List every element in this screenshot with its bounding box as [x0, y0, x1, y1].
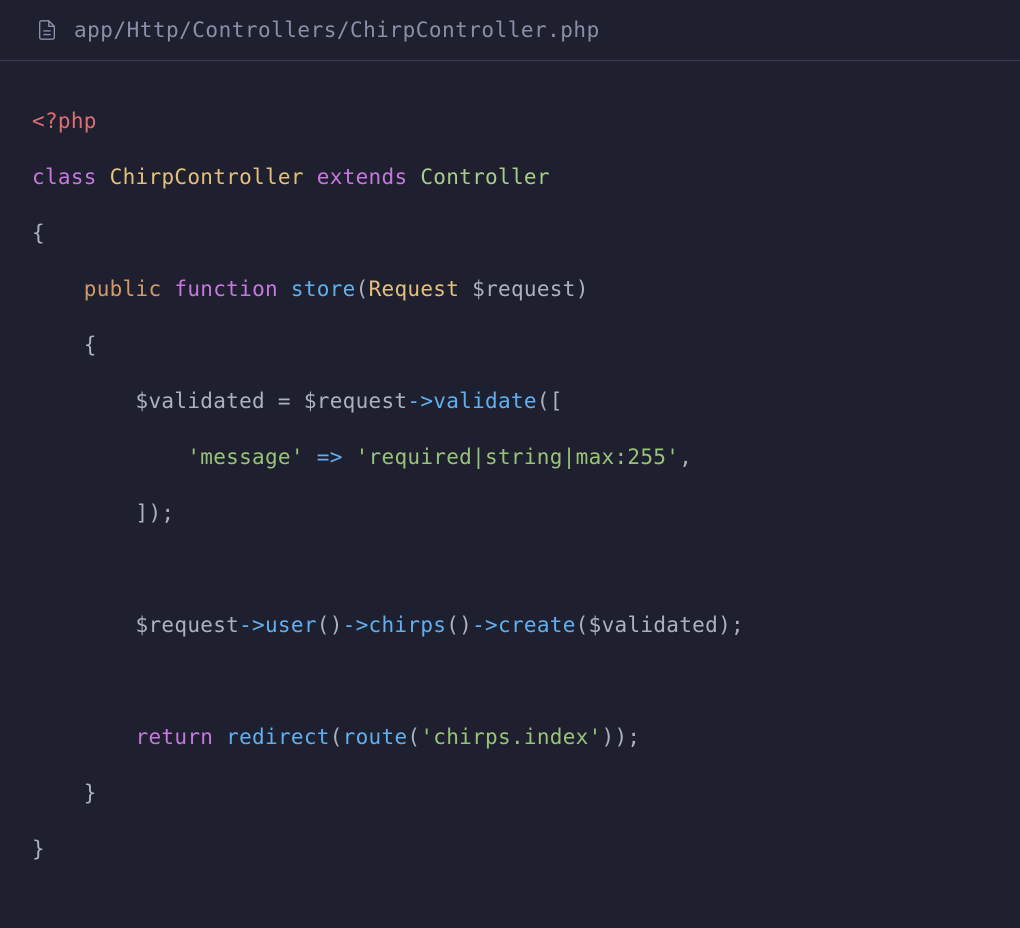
code-line-7: 'message' => 'required|string|max:255',: [32, 429, 988, 485]
method-call: user: [265, 613, 317, 637]
variable: $request: [304, 389, 408, 413]
brace-open: {: [84, 333, 97, 357]
function-keyword: function: [174, 277, 278, 301]
parent-class: Controller: [420, 165, 549, 189]
equals: =: [265, 389, 304, 413]
return-keyword: return: [136, 725, 214, 749]
paren-open: (: [330, 725, 343, 749]
string-key: 'message': [187, 445, 304, 469]
method-call: validate: [433, 389, 537, 413]
file-header: app/Http/Controllers/ChirpController.php: [0, 0, 1020, 61]
arrow-op: ->: [407, 389, 433, 413]
code-line-11: }: [32, 765, 988, 821]
method-call: chirps: [369, 613, 447, 637]
visibility-keyword: public: [84, 277, 162, 301]
paren-open: (: [576, 613, 589, 637]
string-literal: 'chirps.index': [420, 725, 601, 749]
string-value: 'required|string|max:255': [356, 445, 680, 469]
variable: $validated: [136, 389, 265, 413]
brace-open: {: [32, 221, 45, 245]
code-line-4: public function store(Request $request): [32, 261, 988, 317]
paren-close: );: [718, 613, 744, 637]
function-name: store: [291, 277, 356, 301]
code-line-9: $request->user()->chirps()->create($vali…: [32, 597, 988, 653]
class-name: ChirpController: [110, 165, 304, 189]
comma: ,: [679, 445, 692, 469]
code-line-5: {: [32, 317, 988, 373]
code-line-3: {: [32, 205, 988, 261]
brace-close: }: [32, 837, 45, 861]
function-call: route: [343, 725, 408, 749]
param-name: $request: [472, 277, 576, 301]
brace-close: }: [84, 781, 97, 805]
parens: (): [317, 613, 343, 637]
code-block: <?php class ChirpController extends Cont…: [0, 61, 1020, 909]
code-line-blank-1: [32, 541, 988, 597]
parens: (): [446, 613, 472, 637]
function-call: redirect: [226, 725, 330, 749]
variable: $request: [136, 613, 240, 637]
class-keyword: class: [32, 165, 97, 189]
code-line-2: class ChirpController extends Controller: [32, 149, 988, 205]
arrow-op: ->: [343, 613, 369, 637]
code-line-10: return redirect(route('chirps.index'));: [32, 709, 988, 765]
bracket-close: ]);: [136, 501, 175, 525]
code-line-1: <?php: [32, 93, 988, 149]
arrow-op: ->: [239, 613, 265, 637]
file-path: app/Http/Controllers/ChirpController.php: [74, 18, 600, 42]
paren-close: ): [576, 277, 589, 301]
bracket: ([: [537, 389, 563, 413]
code-line-blank-2: [32, 653, 988, 709]
file-icon: [36, 19, 58, 41]
arrow-op: ->: [472, 613, 498, 637]
php-open-tag: <?php: [32, 109, 97, 133]
code-line-12: }: [32, 821, 988, 877]
paren-open: (: [407, 725, 420, 749]
paren-close: ));: [602, 725, 641, 749]
code-line-6: $validated = $request->validate([: [32, 373, 988, 429]
method-call: create: [498, 613, 576, 637]
paren-open: (: [356, 277, 369, 301]
param-type: Request: [369, 277, 460, 301]
code-line-8: ]);: [32, 485, 988, 541]
extends-keyword: extends: [317, 165, 408, 189]
variable: $validated: [589, 613, 718, 637]
fat-arrow: =>: [304, 445, 356, 469]
